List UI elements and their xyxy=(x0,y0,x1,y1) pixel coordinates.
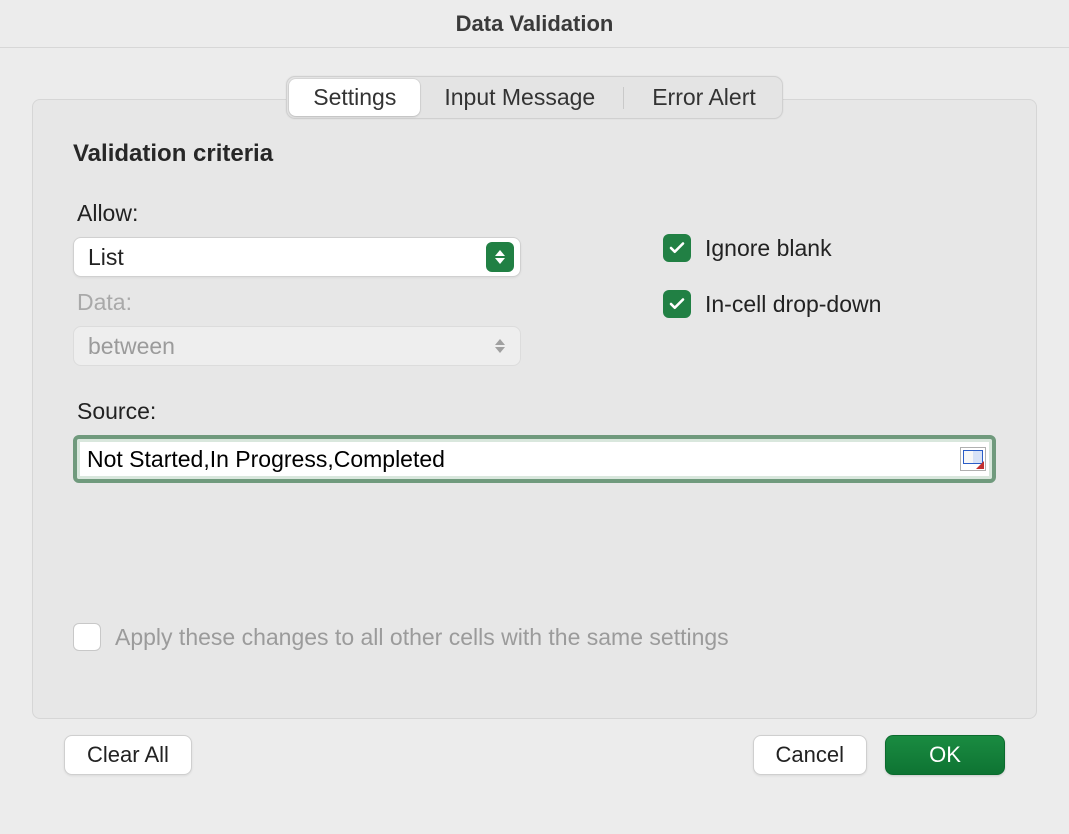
validation-criteria-title: Validation criteria xyxy=(73,140,996,168)
cancel-button[interactable]: Cancel xyxy=(753,735,867,775)
criteria-right-column: Ignore blank In-cell drop-down xyxy=(663,234,881,346)
check-icon xyxy=(668,295,686,313)
allow-select-value: List xyxy=(88,244,486,271)
check-icon xyxy=(668,239,686,257)
tab-error-alert[interactable]: Error Alert xyxy=(628,79,780,116)
tab-settings[interactable]: Settings xyxy=(289,79,420,116)
dialog-footer: Clear All Cancel OK xyxy=(32,719,1037,775)
ok-button[interactable]: OK xyxy=(885,735,1005,775)
ignore-blank-checkbox[interactable] xyxy=(663,234,691,262)
source-input[interactable] xyxy=(85,445,960,474)
in-cell-dropdown-checkbox[interactable] xyxy=(663,290,691,318)
apply-all-checkbox xyxy=(73,623,101,651)
allow-label: Allow: xyxy=(77,200,543,227)
criteria-left-column: Allow: List Data: between xyxy=(73,188,543,376)
in-cell-dropdown-label: In-cell drop-down xyxy=(705,291,881,318)
data-select: between xyxy=(73,326,521,366)
range-selector-icon[interactable] xyxy=(960,447,986,471)
apply-all-label: Apply these changes to all other cells w… xyxy=(115,624,729,651)
source-field-wrapper xyxy=(73,435,996,483)
data-select-value: between xyxy=(88,333,486,360)
clear-all-button[interactable]: Clear All xyxy=(64,735,192,775)
segmented-control: Settings Input Message Error Alert xyxy=(286,76,783,119)
dialog-content: Settings Input Message Error Alert Valid… xyxy=(0,48,1069,799)
source-label: Source: xyxy=(77,398,996,425)
stepper-icon xyxy=(486,242,514,272)
settings-panel: Validation criteria Allow: List Data: be… xyxy=(32,99,1037,719)
data-label: Data: xyxy=(77,289,543,316)
dialog-title: Data Validation xyxy=(0,0,1069,48)
ignore-blank-label: Ignore blank xyxy=(705,235,832,262)
stepper-icon xyxy=(486,331,514,361)
tab-divider xyxy=(623,87,624,109)
allow-select[interactable]: List xyxy=(73,237,521,277)
tab-input-message[interactable]: Input Message xyxy=(420,79,619,116)
